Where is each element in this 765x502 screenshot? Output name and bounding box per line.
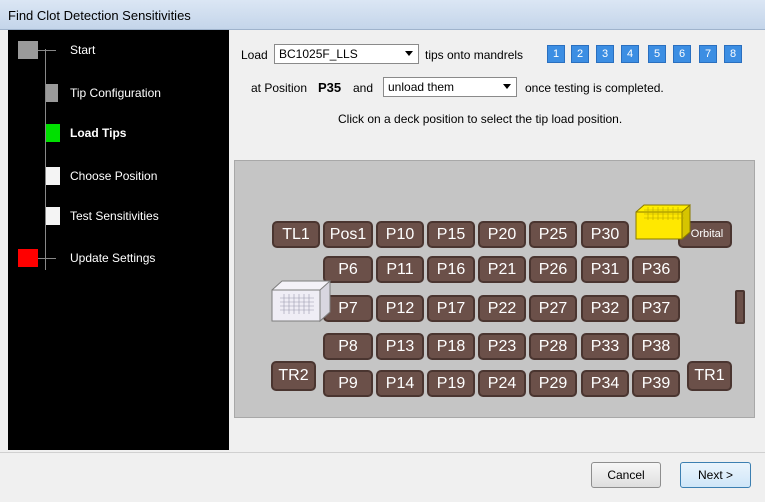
chevron-down-icon <box>405 51 413 56</box>
deck-position-p18[interactable]: P18 <box>427 333 475 360</box>
deck-position-p27[interactable]: P27 <box>529 295 577 322</box>
tip-type-value: BC1025F_LLS <box>279 47 358 61</box>
step-indicator <box>46 207 60 225</box>
deck-position-pos1[interactable]: Pos1 <box>323 221 373 248</box>
step-indicator <box>18 249 38 267</box>
mandrel-button-4[interactable]: 4 <box>621 45 639 63</box>
deck-position-p9[interactable]: P9 <box>323 370 373 397</box>
and-label: and <box>353 81 374 95</box>
step-indicator <box>18 41 38 59</box>
load-label: Load <box>241 48 268 62</box>
step-indicator <box>46 167 60 185</box>
deck-position-p34[interactable]: P34 <box>581 370 629 397</box>
deck-position-p23[interactable]: P23 <box>478 333 526 360</box>
deck-position-tl1[interactable]: TL1 <box>272 221 320 248</box>
selected-position-value: P35 <box>318 80 342 95</box>
step-label: Choose Position <box>70 169 158 183</box>
tip-rack-plate-icon[interactable] <box>634 204 694 240</box>
deck-position-p15[interactable]: P15 <box>427 221 475 248</box>
window-title: Find Clot Detection Sensitivities <box>8 8 191 23</box>
mandrel-button-6[interactable]: 6 <box>673 45 691 63</box>
deck-slot-marker[interactable] <box>735 290 745 324</box>
mandrel-button-1[interactable]: 1 <box>547 45 565 63</box>
mandrel-button-8[interactable]: 8 <box>724 45 742 63</box>
cancel-button[interactable]: Cancel <box>591 462 661 488</box>
deck-position-p24[interactable]: P24 <box>478 370 526 397</box>
deck-position-p13[interactable]: P13 <box>376 333 424 360</box>
deck-position-p26[interactable]: P26 <box>529 256 577 283</box>
completed-label: once testing is completed. <box>525 81 664 95</box>
mandrel-button-7[interactable]: 7 <box>699 45 717 63</box>
deck-position-p8[interactable]: P8 <box>323 333 373 360</box>
deck-position-p20[interactable]: P20 <box>478 221 526 248</box>
deck-position-p22[interactable]: P22 <box>478 295 526 322</box>
instruction-text: Click on a deck position to select the t… <box>338 112 623 126</box>
tip-rack-plate-icon[interactable] <box>270 280 332 322</box>
deck-position-p16[interactable]: P16 <box>427 256 475 283</box>
deck-position-p28[interactable]: P28 <box>529 333 577 360</box>
deck-position-p38[interactable]: P38 <box>632 333 680 360</box>
deck-position-p10[interactable]: P10 <box>376 221 424 248</box>
footer-separator <box>0 452 765 453</box>
deck-position-tr2[interactable]: TR2 <box>271 361 316 391</box>
deck-position-p37[interactable]: P37 <box>632 295 680 322</box>
step-indicator <box>46 124 60 142</box>
deck-position-p30[interactable]: P30 <box>581 221 629 248</box>
unload-option-value: unload them <box>388 80 455 94</box>
deck-position-p12[interactable]: P12 <box>376 295 424 322</box>
deck-position-p25[interactable]: P25 <box>529 221 577 248</box>
deck-position-p21[interactable]: P21 <box>478 256 526 283</box>
at-position-label: at Position <box>251 81 308 95</box>
deck-position-p29[interactable]: P29 <box>529 370 577 397</box>
deck-position-p36[interactable]: P36 <box>632 256 680 283</box>
tip-type-select[interactable]: BC1025F_LLS <box>274 44 419 64</box>
step-label: Test Sensitivities <box>70 209 159 223</box>
unload-option-select[interactable]: unload them <box>383 77 517 97</box>
mandrel-button-3[interactable]: 3 <box>596 45 614 63</box>
steps-connector-line <box>45 49 46 270</box>
wizard-steps-panel: Start Tip Configuration Load Tips Choose… <box>8 30 229 450</box>
deck-position-p31[interactable]: P31 <box>581 256 629 283</box>
chevron-down-icon <box>503 84 511 89</box>
step-label: Tip Configuration <box>70 86 161 100</box>
mandrel-button-5[interactable]: 5 <box>648 45 666 63</box>
step-indicator <box>46 84 58 102</box>
deck-position-p33[interactable]: P33 <box>581 333 629 360</box>
step-label: Start <box>70 43 96 57</box>
deck-position-tr1[interactable]: TR1 <box>687 361 732 391</box>
step-label: Update Settings <box>70 251 156 265</box>
deck-position-p11[interactable]: P11 <box>376 256 424 283</box>
title-bar: Find Clot Detection Sensitivities <box>0 0 765 30</box>
step-label: Load Tips <box>70 126 127 140</box>
mandrel-button-2[interactable]: 2 <box>571 45 589 63</box>
deck-position-p39[interactable]: P39 <box>632 370 680 397</box>
deck-position-p19[interactable]: P19 <box>427 370 475 397</box>
mandrels-label: tips onto mandrels <box>425 48 524 62</box>
deck-position-p17[interactable]: P17 <box>427 295 475 322</box>
next-button[interactable]: Next > <box>680 462 751 488</box>
deck-position-p14[interactable]: P14 <box>376 370 424 397</box>
deck-position-p32[interactable]: P32 <box>581 295 629 322</box>
deck-position-p6[interactable]: P6 <box>323 256 373 283</box>
